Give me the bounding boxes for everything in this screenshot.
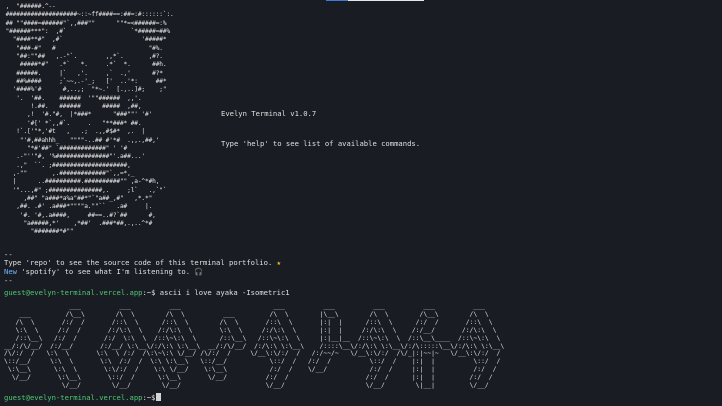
prompt-symbol-current: :~$ bbox=[142, 393, 156, 402]
top-progress-line bbox=[0, 0, 722, 1]
top-line-white-segment bbox=[348, 0, 424, 1]
terminal-window[interactable]: , "######.^-- ####################~::~ff… bbox=[0, 0, 722, 406]
spotify-hint: New 'spotify' to see what I'm listening … bbox=[4, 267, 203, 276]
command-input-line[interactable]: guest@evelyn-terminal.vercel.app:~$ bbox=[4, 393, 162, 402]
prompt-user-current: guest@evelyn-terminal.vercel.app bbox=[4, 393, 143, 402]
repo-hint-text: Type 'repo' to see the source code of th… bbox=[4, 258, 273, 267]
command-history-line: guest@evelyn-terminal.vercel.app:~$ asci… bbox=[4, 288, 290, 297]
prompt-symbol: :~$ bbox=[142, 288, 156, 297]
repo-hint: Type 'repo' to see the source code of th… bbox=[4, 258, 281, 267]
command-text: ascii i love ayaka -Isometric1 bbox=[155, 288, 290, 297]
text-cursor[interactable] bbox=[156, 393, 162, 401]
spotify-hint-text: 'spotify' to see what I'm listening to. bbox=[16, 267, 191, 276]
ascii-isometric-output: ___ ___ ___ ___ ___ ___ ___ ___ ___ /\__… bbox=[4, 302, 505, 390]
welcome-title: Evelyn Terminal v1.0.7 bbox=[221, 109, 317, 118]
help-hint: Type 'help' to see list of available com… bbox=[221, 139, 421, 148]
star-icon: ★ bbox=[276, 258, 281, 267]
prompt-user: guest@evelyn-terminal.vercel.app bbox=[4, 288, 143, 297]
separator-bottom: -- bbox=[4, 276, 13, 285]
headphones-icon: 🎧 bbox=[194, 267, 204, 276]
ascii-portrait: , "######.^-- ####################~::~ff… bbox=[5, 3, 174, 236]
new-badge: New bbox=[4, 267, 17, 276]
top-line-blue-segment bbox=[326, 0, 348, 1]
